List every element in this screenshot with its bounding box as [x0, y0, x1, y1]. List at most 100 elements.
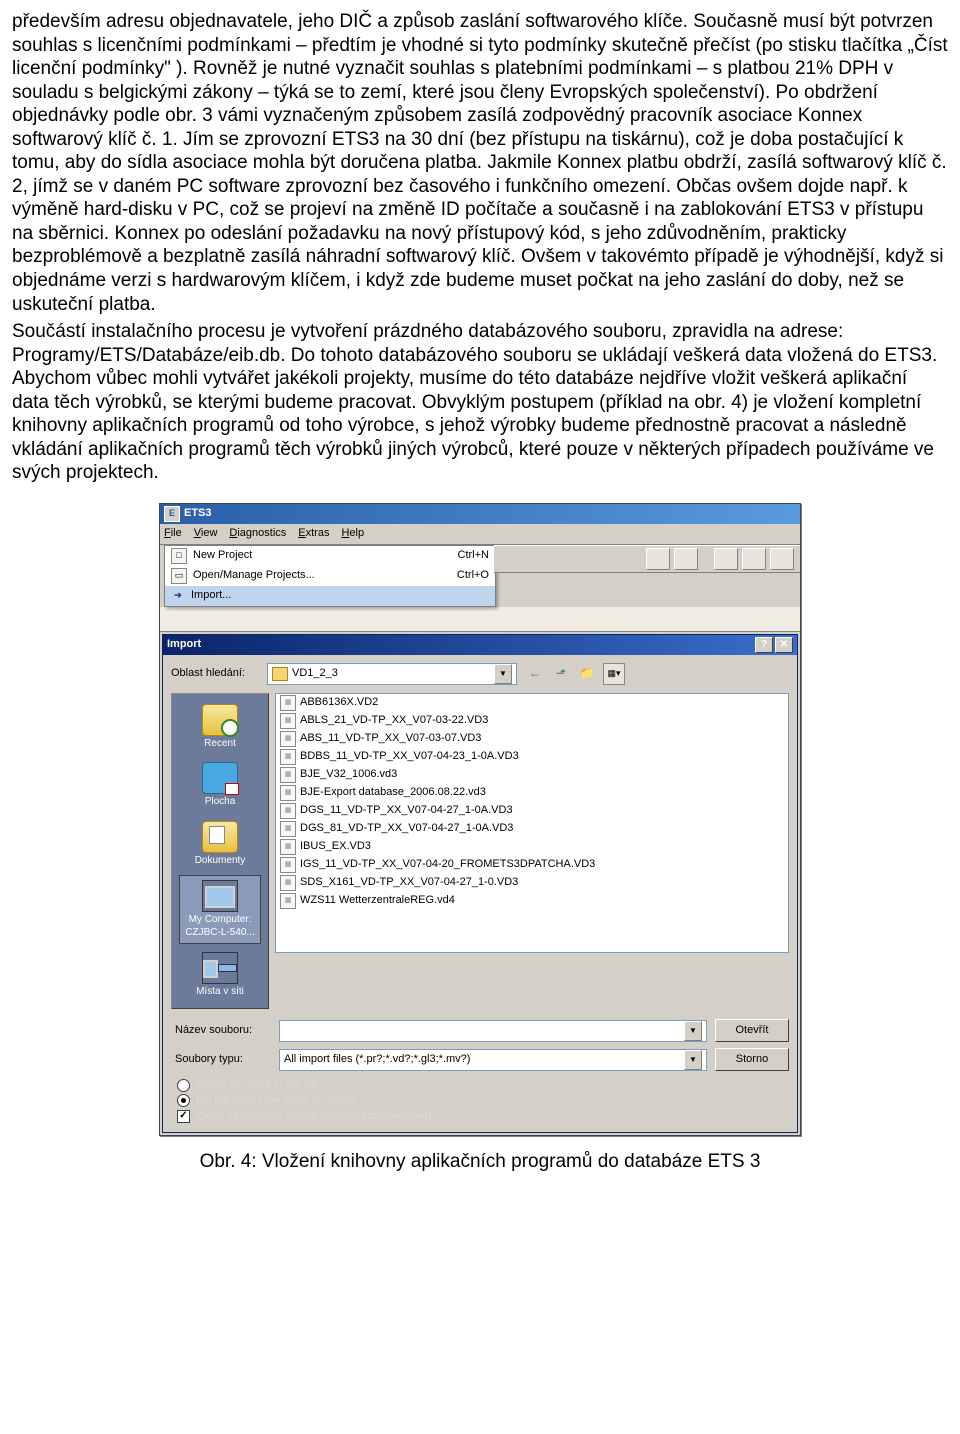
file-item[interactable]: ▦BJE_V32_1006.vd3 — [276, 766, 788, 784]
toolbar — [494, 545, 800, 573]
computer-icon — [202, 880, 238, 912]
file-icon: ▦ — [280, 731, 296, 747]
file-icon: ▦ — [280, 767, 296, 783]
file-name: BJE-Export database_2006.08.22.vd3 — [300, 786, 486, 800]
file-icon: ▦ — [280, 695, 296, 711]
file-icon: ▦ — [280, 857, 296, 873]
file-name: ABS_11_VD-TP_XX_V07-03-07.VD3 — [300, 732, 481, 746]
import-icon: ➔ — [171, 589, 185, 603]
file-item[interactable]: ▦ IBUS_EX.VD3 — [276, 838, 788, 856]
file-item[interactable]: ▦ ABB6136X.VD2 — [276, 694, 788, 712]
file-name: SDS_X161_VD-TP_XX_V07-04-27_1-0.VD3 — [300, 876, 518, 890]
radio-select-items[interactable]: Let me select the items to import — [171, 1093, 789, 1109]
chevron-down-icon[interactable]: ▼ — [494, 664, 512, 684]
lookin-label: Oblast hledání: — [171, 667, 259, 681]
file-item[interactable]: ▦ BJE-Export database_2006.08.22.vd3 — [276, 784, 788, 802]
file-icon: ▦ — [280, 803, 296, 819]
menubar[interactable]: File View Diagnostics Extras Help — [160, 524, 800, 545]
ets-titlebar: E ETS3 — [160, 504, 800, 524]
filetype-label: Soubory typu: — [171, 1053, 271, 1067]
toolbar-button[interactable] — [646, 548, 670, 570]
file-name: DGS_11_VD-TP_XX_V07-04-27_1-0A.VD3 — [300, 804, 513, 818]
file-item[interactable]: ▦ ABLS_21_VD-TP_XX_V07-03-22.VD3 — [276, 712, 788, 730]
chevron-down-icon[interactable]: ▼ — [684, 1021, 702, 1041]
file-item[interactable]: ▦ ABS_11_VD-TP_XX_V07-03-07.VD3 — [276, 730, 788, 748]
open-icon: ▭ — [171, 568, 187, 584]
file-item[interactable]: ▦ DGS_81_VD-TP_XX_V07-04-27_1-0A.VD3 — [276, 820, 788, 838]
menu-extras[interactable]: Extras — [298, 527, 329, 541]
file-name: WZS11 WetterzentraleREG.vd4 — [300, 894, 455, 908]
file-icon: ▦ — [280, 785, 296, 801]
shortcut: Ctrl+O — [457, 569, 489, 583]
file-name: DGS_81_VD-TP_XX_V07-04-27_1-0A.VD3 — [300, 822, 513, 836]
file-list[interactable]: ▦ ABB6136X.VD2 ▦ ABLS_21_VD-TP_XX_V07-03-22… — [275, 693, 789, 953]
import-title-text: Import — [167, 638, 201, 652]
place-desktop[interactable]: Plocha — [180, 758, 260, 812]
checkbox-icon — [177, 1110, 190, 1123]
close-button[interactable]: ✕ — [775, 637, 793, 653]
menu-file[interactable]: File — [164, 527, 182, 541]
cancel-button[interactable]: Storno — [715, 1048, 789, 1071]
radio-icon — [177, 1079, 190, 1092]
recent-icon — [202, 704, 238, 736]
menu-view[interactable]: View — [194, 527, 218, 541]
view-menu-icon[interactable]: ▦▾ — [603, 663, 625, 685]
toolbar-button[interactable] — [714, 548, 738, 570]
shortcut: Ctrl+N — [458, 549, 489, 563]
up-icon[interactable]: ⬏ — [551, 663, 571, 683]
menu-item-import[interactable]: ➔Import... — [165, 586, 495, 606]
check-close-windows[interactable]: Close all windows during import (recomme… — [171, 1109, 789, 1125]
app-icon: E — [164, 506, 180, 522]
back-icon[interactable]: ← — [525, 663, 545, 683]
file-name: BDBS_11_VD-TP_XX_V07-04-23_1-0A.VD3 — [300, 750, 519, 764]
file-icon: ▦ — [280, 839, 296, 855]
open-button[interactable]: Otevřít — [715, 1019, 789, 1042]
file-item[interactable]: ▦ DGS_11_VD-TP_XX_V07-04-27_1-0A.VD3 — [276, 802, 788, 820]
place-network[interactable]: Místa v síti — [180, 948, 260, 1002]
paragraph-2: Součástí instalačního procesu je vytvoře… — [12, 320, 948, 485]
import-titlebar: Import ? ✕ — [163, 635, 797, 655]
place-documents[interactable]: Dokumenty — [180, 817, 260, 871]
folder-icon — [272, 667, 288, 681]
file-icon: ▦ — [280, 713, 296, 729]
file-name: IBUS_EX.VD3 — [300, 840, 371, 854]
ets-window: E ETS3 File View Diagnostics Extras Help… — [159, 503, 801, 1136]
help-button[interactable]: ? — [755, 637, 773, 653]
toolbar-button[interactable] — [742, 548, 766, 570]
new-project-icon: □ — [171, 548, 187, 564]
app-title: ETS3 — [184, 507, 212, 521]
file-item[interactable]: ▦ IGS_11_VD-TP_XX_V07-04-20_FROMETS3DPATC… — [276, 856, 788, 874]
place-recent[interactable]: Recent — [180, 700, 260, 754]
menu-diagnostics[interactable]: Diagnostics — [229, 527, 286, 541]
filename-input[interactable]: ▼ — [279, 1020, 707, 1042]
import-dialog: Import ? ✕ Oblast hledání: VD1_2_3 ▼ ← — [162, 634, 798, 1133]
place-mycomputer[interactable]: My Computer: CZJBC-L-540... — [179, 875, 261, 944]
menu-help[interactable]: Help — [341, 527, 364, 541]
radio-import-all[interactable]: Import all items in the file — [171, 1077, 789, 1093]
documents-icon — [202, 821, 238, 853]
menu-item-new-project[interactable]: □New Project Ctrl+N — [165, 546, 495, 566]
file-item[interactable]: ▦SDS_X161_VD-TP_XX_V07-04-27_1-0.VD3 — [276, 874, 788, 892]
desktop-icon — [202, 762, 238, 794]
filetype-combo[interactable]: All import files (*.pr?;*.vd?;*.gl3;*.mv… — [279, 1049, 707, 1071]
file-name: IGS_11_VD-TP_XX_V07-04-20_FROMETS3DPATCH… — [300, 858, 595, 872]
file-icon: ▦ — [280, 821, 296, 837]
content-strip — [160, 607, 800, 632]
chevron-down-icon[interactable]: ▼ — [684, 1050, 702, 1070]
file-name: ABLS_21_VD-TP_XX_V07-03-22.VD3 — [300, 714, 488, 728]
lookin-folder: VD1_2_3 — [292, 667, 338, 681]
file-name: ABB6136X.VD2 — [300, 696, 378, 710]
menu-item-open-manage[interactable]: ▭Open/Manage Projects... Ctrl+O — [165, 566, 495, 586]
new-folder-icon[interactable]: 📁 — [577, 663, 597, 683]
file-icon: ▦ — [280, 749, 296, 765]
file-item[interactable]: ▦ BDBS_11_VD-TP_XX_V07-04-23_1-0A.VD3 — [276, 748, 788, 766]
file-item[interactable]: ▦WZS11 WetterzentraleREG.vd4 — [276, 892, 788, 910]
paragraph-1: především adresu objednavatele, jeho DIČ… — [12, 10, 948, 316]
toolbar-button[interactable] — [770, 548, 794, 570]
file-menu-dropdown: □New Project Ctrl+N ▭Open/Manage Project… — [164, 545, 496, 607]
lookin-combo[interactable]: VD1_2_3 ▼ — [267, 663, 517, 685]
toolbar-button[interactable] — [674, 548, 698, 570]
network-icon — [202, 952, 238, 984]
filename-label: Název souboru: — [171, 1024, 271, 1038]
ets-screenshot: E ETS3 File View Diagnostics Extras Help… — [12, 503, 948, 1174]
